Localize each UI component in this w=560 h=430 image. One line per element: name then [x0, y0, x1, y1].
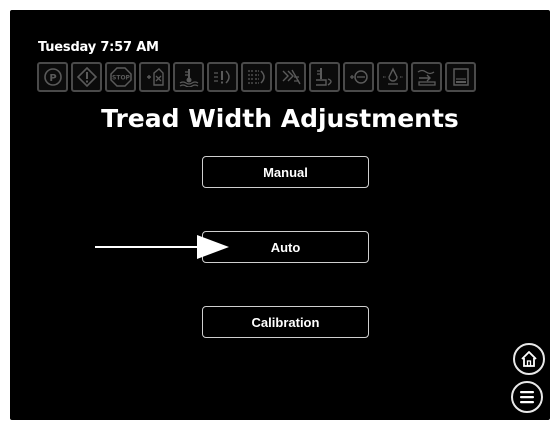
def-level-icon	[445, 62, 476, 92]
home-icon	[521, 351, 537, 367]
fluid-low-icon	[411, 62, 442, 92]
transmission-oil-icon	[343, 62, 374, 92]
hydraulic-oil-temp-icon	[309, 62, 340, 92]
calibration-button[interactable]: Calibration	[202, 306, 369, 338]
air-filter-restriction-icon	[275, 62, 306, 92]
stop-icon: STOP	[105, 62, 136, 92]
menu-button[interactable]	[511, 381, 543, 413]
indicator-icon-bar: P STOP	[37, 62, 476, 92]
svg-text:STOP: STOP	[112, 75, 131, 82]
datetime: Tuesday 7:57 AM	[38, 40, 159, 55]
park-brake-icon: P	[37, 62, 68, 92]
display-screen: Tuesday 7:57 AM P STOP Tread Width Adjus…	[10, 10, 550, 420]
pointer-arrow	[95, 235, 229, 259]
menu-icon	[520, 391, 534, 404]
engine-oil-pressure-icon	[377, 62, 408, 92]
page-title: Tread Width Adjustments	[101, 104, 459, 133]
warning-icon	[71, 62, 102, 92]
transmission-filter-icon	[241, 62, 272, 92]
hydraulic-filter-icon	[207, 62, 238, 92]
fuel-water-icon	[139, 62, 170, 92]
coolant-temp-icon	[173, 62, 204, 92]
manual-button[interactable]: Manual	[202, 156, 369, 188]
home-button[interactable]	[513, 343, 545, 375]
svg-text:P: P	[49, 73, 56, 84]
